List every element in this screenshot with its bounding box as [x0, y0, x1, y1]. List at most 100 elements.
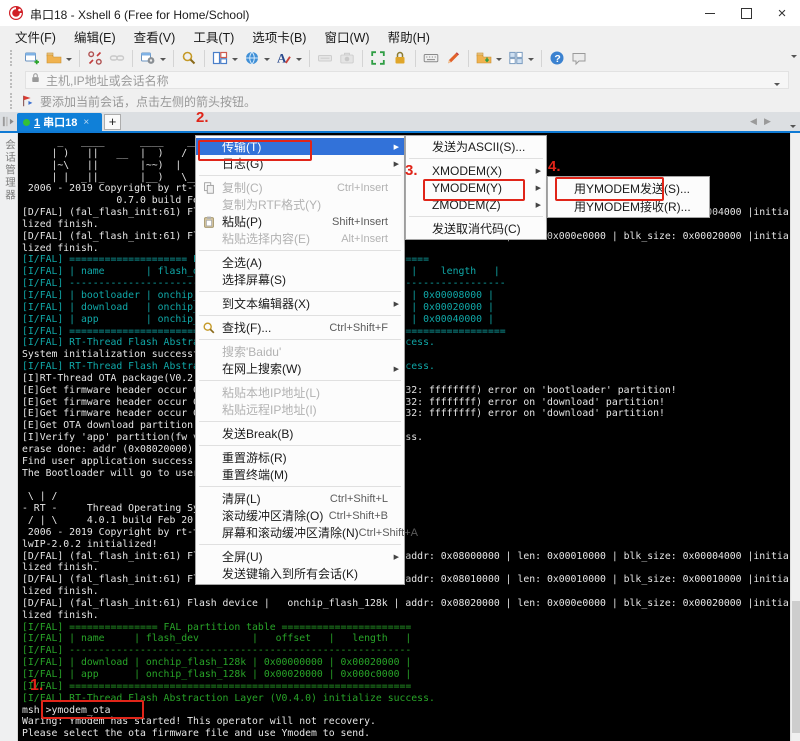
terminal-line: lized finish.	[22, 243, 99, 254]
menu-item-send-input-to-all-sessions[interactable]: 发送键输入到所有会话(K)	[196, 565, 404, 582]
menu-item-shortcut: Shift+Insert	[332, 216, 388, 228]
svg-text:A: A	[277, 51, 287, 66]
menu-item-fullscreen[interactable]: 全屏(U)▶	[196, 548, 404, 565]
menu-item-select-screen[interactable]: 选择屏幕(S)	[196, 271, 404, 288]
submenu-arrow-icon: ▶	[394, 160, 399, 168]
new-session-button[interactable]	[21, 47, 43, 69]
host-address-input[interactable]: 主机,IP地址或会话名称	[25, 71, 789, 89]
web-browser-dropdown-caret-icon[interactable]	[264, 58, 270, 64]
scrollbar-thumb[interactable]	[792, 601, 800, 733]
help-button[interactable]: ?	[546, 47, 568, 69]
minimize-button[interactable]	[692, 0, 728, 26]
file-transfer-button[interactable]	[473, 47, 495, 69]
menu-item-find[interactable]: 查找(F)...Ctrl+Shift+F	[196, 319, 404, 336]
menu-item-label: 屏幕和滚动缓冲区清除(N)	[222, 524, 359, 541]
menubar-item-edit[interactable]: 编辑(E)	[65, 25, 125, 48]
menu-item-label: 发送Break(B)	[222, 425, 404, 442]
session-properties-button[interactable]	[137, 47, 159, 69]
toolbar-separator	[173, 50, 174, 67]
font-dropdown-caret-icon[interactable]	[296, 58, 302, 64]
window-title: 串口18 - Xshell 6 (Free for Home/School)	[30, 6, 249, 23]
layout-button[interactable]	[209, 47, 231, 69]
menu-item-reset-terminal[interactable]: 重置终端(M)	[196, 466, 404, 483]
terminal-line: [I/FAL] ================================…	[22, 681, 411, 692]
title-bar: 串口18 - Xshell 6 (Free for Home/School) ×	[0, 0, 800, 27]
disconnect-button[interactable]	[84, 47, 106, 69]
toolbar-separator	[309, 50, 310, 67]
open-session-dropdown-caret-icon[interactable]	[66, 58, 72, 64]
virtual-keyboard-button[interactable]	[420, 47, 442, 69]
new-tab-button[interactable]: +	[104, 114, 121, 130]
menu-item-search-web[interactable]: 在网上搜索(W)▶	[196, 360, 404, 377]
find-button[interactable]	[178, 47, 200, 69]
submenu-arrow-icon: ▶	[394, 143, 399, 151]
toolbar-overflow-caret-icon[interactable]	[791, 55, 797, 61]
maximize-button[interactable]	[728, 0, 764, 26]
menubar-item-tools[interactable]: 工具(T)	[184, 25, 243, 48]
tile-windows-button[interactable]	[505, 47, 527, 69]
tab-scroll-left-icon[interactable]: ◀	[750, 116, 757, 127]
close-button[interactable]: ×	[764, 0, 800, 26]
menubar-item-tab[interactable]: 选项卡(B)	[243, 25, 315, 48]
menu-item-send-cancel-code[interactable]: 发送取消代码(C)	[406, 220, 546, 237]
terminal-line: lized finish.	[22, 586, 99, 597]
menu-separator	[199, 486, 401, 487]
session-manager-label: 会话管理器	[3, 139, 18, 202]
menu-item-clear-screen[interactable]: 清屏(L)Ctrl+Shift+L	[196, 490, 404, 507]
session-manager-strip[interactable]: 会话管理器	[0, 133, 18, 741]
session-panel-toggle-icon[interactable]	[1, 114, 16, 129]
fullscreen-button[interactable]	[367, 47, 389, 69]
menu-item-clear-scrollback[interactable]: 滚动缓冲区清除(O)Ctrl+Shift+B	[196, 507, 404, 524]
font-button[interactable]: A	[273, 47, 295, 69]
menu-item-to-text-editor[interactable]: 到文本编辑器(X)▶	[196, 295, 404, 312]
tab-serial-18[interactable]: 1串口18 ×	[17, 113, 102, 131]
menu-item-clear-screen-and-scrollback[interactable]: 屏幕和滚动缓冲区清除(N)Ctrl+Shift+A	[196, 524, 404, 541]
terminal-line: Find user application success.	[22, 456, 199, 467]
menu-item-send-as-ascii[interactable]: 发送为ASCII(S)...	[406, 138, 546, 155]
terminal-line: lized finish.	[22, 219, 99, 230]
open-session-button[interactable]	[43, 47, 65, 69]
annotation-step-3: 3.	[405, 162, 418, 179]
infobar-grip[interactable]	[10, 93, 15, 109]
menubar-item-help[interactable]: 帮助(H)	[379, 25, 439, 48]
menu-item-select-all[interactable]: 全选(A)	[196, 254, 404, 271]
menubar-item-window[interactable]: 窗口(W)	[315, 25, 378, 48]
tab-scroll-right-icon[interactable]: ▶	[764, 116, 771, 127]
session-properties-dropdown-caret-icon[interactable]	[160, 58, 166, 64]
menu-item-label: 复制(C)	[222, 179, 337, 196]
annotation-box-ymodem-ota	[41, 700, 144, 719]
toolbar-grip[interactable]	[10, 50, 15, 66]
terminal-line: [I/FAL] | name | flash_dev | offset | le…	[22, 633, 411, 644]
menu-item-reset-cursor[interactable]: 重置游标(R)	[196, 449, 404, 466]
menu-item-xmodem[interactable]: XMODEM(X)▶	[406, 162, 546, 179]
layout-dropdown-caret-icon[interactable]	[232, 58, 238, 64]
menubar-item-file[interactable]: 文件(F)	[6, 25, 65, 48]
menu-separator	[199, 445, 401, 446]
menubar-item-view[interactable]: 查看(V)	[125, 25, 185, 48]
terminal-line: \ | /	[22, 491, 57, 502]
terminal-line: [I/FAL] =============== FAL partition ta…	[22, 622, 411, 633]
address-dropdown-caret-icon[interactable]	[774, 83, 780, 89]
copy-icon	[196, 181, 222, 195]
lock-screen-button[interactable]	[389, 47, 411, 69]
menu-item-label: 发送为ASCII(S)...	[432, 138, 546, 155]
tile-windows-dropdown-caret-icon[interactable]	[528, 58, 534, 64]
terminal-line: lized finish.	[22, 610, 99, 621]
highlight-pen-button[interactable]	[442, 47, 464, 69]
menu-item-shortcut: Ctrl+Insert	[337, 182, 388, 194]
minimize-icon	[705, 13, 715, 14]
toolbar-separator	[79, 50, 80, 67]
add-session-flag-icon[interactable]	[21, 94, 35, 108]
feedback-button[interactable]	[568, 47, 590, 69]
menu-item-paste[interactable]: 粘贴(P)Shift+Insert	[196, 213, 404, 230]
terminal-scrollbar[interactable]	[790, 133, 800, 741]
file-transfer-dropdown-caret-icon[interactable]	[496, 58, 502, 64]
tab-close-icon[interactable]: ×	[83, 117, 89, 128]
web-browser-button[interactable]	[241, 47, 263, 69]
compose-bar-button	[314, 47, 336, 69]
terminal-line: / | \ 4.0.1 build Feb 20 2020	[22, 515, 223, 526]
menu-item-label: 粘贴远程IP地址(I)	[222, 401, 404, 418]
menu-item-send-break[interactable]: 发送Break(B)	[196, 425, 404, 442]
submenu-arrow-icon: ▶	[394, 553, 399, 561]
addressbar-grip[interactable]	[10, 72, 15, 88]
